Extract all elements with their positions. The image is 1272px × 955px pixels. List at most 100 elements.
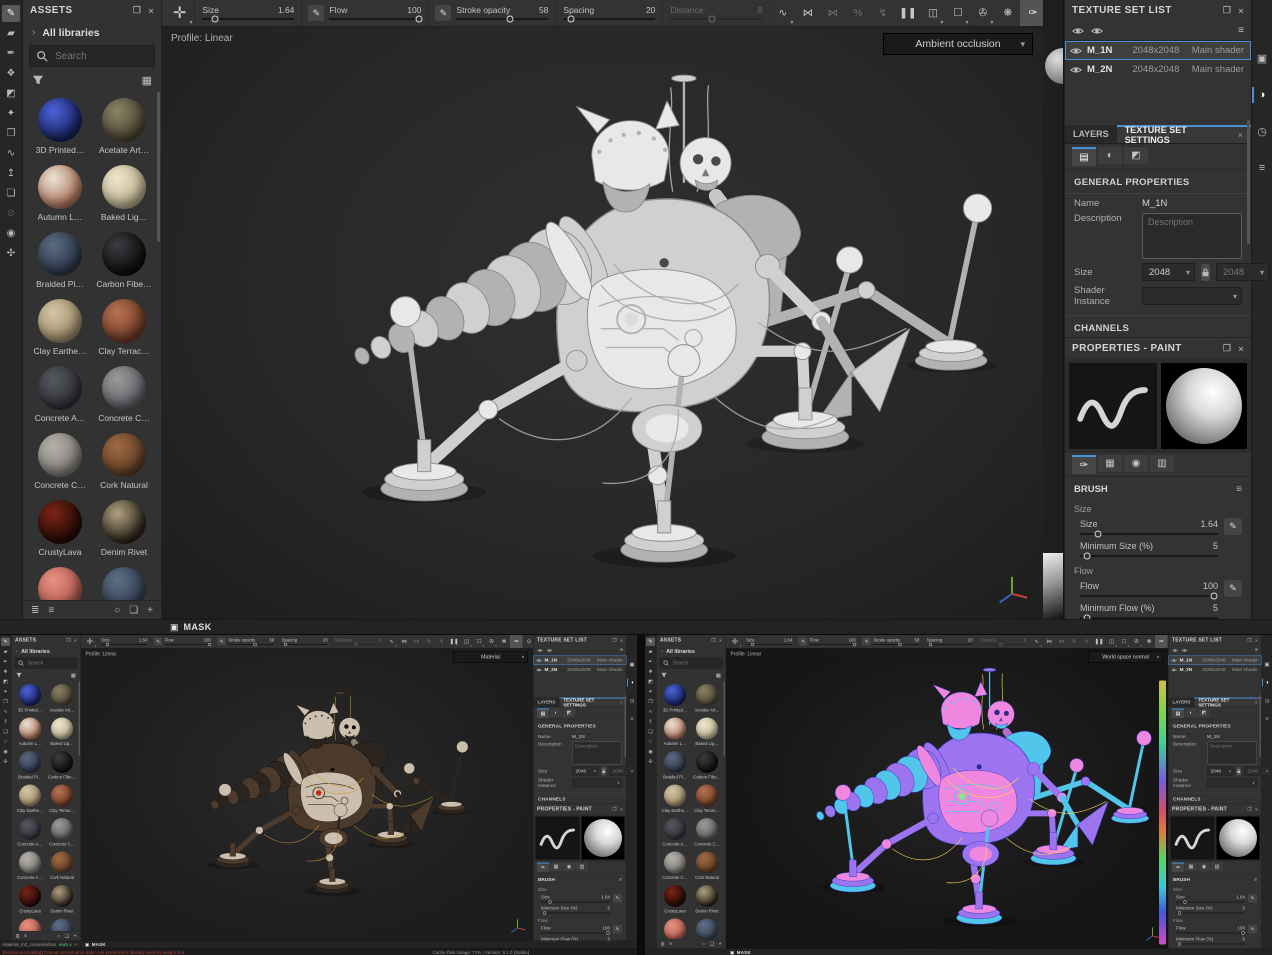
paint-scrollbar[interactable] <box>625 695 627 740</box>
tool-button[interactable]: ❖ <box>646 668 655 677</box>
slider-knob[interactable] <box>506 16 513 23</box>
toolbar-slider[interactable]: Size 1.64 <box>746 636 793 647</box>
toolbar-slider[interactable]: Size 1.64 <box>201 2 295 24</box>
slider-knob[interactable] <box>253 643 257 647</box>
asset-item[interactable]: Cork Natural <box>692 852 723 881</box>
asset-item[interactable]: Cork Natural <box>93 433 155 490</box>
slider-knob[interactable] <box>999 643 1003 647</box>
visibility-eye-icon[interactable] <box>536 667 542 673</box>
visibility-eye-icon[interactable] <box>1171 667 1177 673</box>
new-library-icon[interactable]: ❏ <box>710 941 714 947</box>
filter-funnel-icon[interactable] <box>32 74 44 86</box>
asset-item[interactable]: 3D Printed… <box>15 684 46 713</box>
robot-model[interactable] <box>728 650 1166 947</box>
pen-pressure-toggle[interactable]: ✎ <box>308 5 324 21</box>
settings-tab-icon[interactable]: ◐ <box>550 709 562 718</box>
tool-button[interactable]: ✎ <box>646 638 655 647</box>
size-height-select[interactable]: 2048▾ <box>609 767 636 776</box>
asset-item[interactable]: Cork Natural <box>47 852 78 881</box>
close-icon[interactable]: × <box>620 807 623 812</box>
tool-button[interactable]: ▰ <box>2 25 20 42</box>
asset-item[interactable]: Fabric Cott… <box>29 567 91 600</box>
toolbar-icon-button[interactable]: ∿▾ <box>1030 635 1043 648</box>
slider-knob[interactable] <box>1241 931 1245 935</box>
toolbar-slider[interactable]: Stroke opacity 58 <box>455 2 549 24</box>
tool-button[interactable]: ❐ <box>2 125 20 142</box>
toolbar-icon-button[interactable]: ❋▾ <box>1143 635 1156 648</box>
dock-icon[interactable]: ▣ <box>627 661 637 668</box>
lock-aspect-button[interactable] <box>602 767 607 776</box>
settings-tab-icon[interactable]: ◐ <box>1185 709 1197 718</box>
asset-item[interactable]: Acetate Art… <box>93 98 155 155</box>
slider-knob[interactable] <box>1178 911 1182 915</box>
settings-tab-icon[interactable]: ◐ <box>1098 147 1122 164</box>
paint-tab-icon[interactable]: ▦ <box>550 863 562 872</box>
sync-icon[interactable]: ○ <box>702 941 705 947</box>
dock-icon[interactable]: ≡ <box>1262 716 1272 722</box>
asset-item[interactable]: Clay Earthe… <box>660 785 691 814</box>
paint-tab-icon[interactable]: ✑ <box>537 863 549 873</box>
undock-icon[interactable]: ❐ <box>1247 638 1251 644</box>
list-view-icon[interactable]: ≣ <box>16 933 20 939</box>
brush-menu-icon[interactable]: ≡ <box>1236 484 1242 495</box>
asset-item[interactable]: Denim Rivet <box>692 885 723 914</box>
tool-button[interactable]: ↥ <box>646 718 655 727</box>
asset-item[interactable]: Carbon Fibe… <box>93 232 155 289</box>
slider-knob[interactable] <box>548 900 552 904</box>
asset-item[interactable]: Fabric Cott… <box>15 919 46 932</box>
tool-button[interactable]: ❖ <box>2 65 20 82</box>
slider-knob[interactable] <box>543 911 547 915</box>
library-selector[interactable]: › All libraries <box>12 646 81 658</box>
asset-item[interactable]: Autumn L… <box>15 718 46 747</box>
paint-tab-icon[interactable]: ▥ <box>1211 863 1223 872</box>
add-asset-icon[interactable]: + <box>147 605 153 616</box>
asset-item[interactable]: Autumn L… <box>29 165 91 222</box>
toolbar-icon-button[interactable]: ◫▾ <box>460 635 473 648</box>
viewport-3d[interactable]: Profile: Linear World space normal▾ <box>726 649 1168 949</box>
toolbar-slider[interactable]: Stroke opacity 58 <box>873 636 920 647</box>
brush-alignment-button[interactable]: ✛ ▾ <box>165 0 195 26</box>
new-library-icon[interactable]: ❏ <box>65 933 69 939</box>
close-icon[interactable]: × <box>74 942 77 947</box>
toolbar-icon-button[interactable]: ↯▾ <box>870 0 895 26</box>
size-width-select[interactable]: 2048▾ <box>1142 263 1195 281</box>
mask-checkbox[interactable]: ▣ <box>730 950 734 955</box>
tab-texture-set-settings[interactable]: TEXTURE SET SETTINGS × <box>559 698 626 707</box>
sort-icon[interactable]: ≡ <box>620 648 623 654</box>
paint-tab-icon[interactable]: ✑ <box>1172 863 1184 873</box>
tool-button[interactable]: ❏ <box>646 728 655 737</box>
toolbar-icon-button[interactable]: ☐▾ <box>1118 635 1131 648</box>
texture-set-row[interactable]: M_1N 2048x2048 Main shader <box>1169 656 1262 666</box>
tool-button[interactable]: ❏ <box>2 185 20 202</box>
asset-item[interactable]: 3D Printed… <box>29 98 91 155</box>
dock-icon[interactable]: ◑ <box>627 680 637 686</box>
detail-view-icon[interactable]: ≡ <box>24 933 27 939</box>
close-icon[interactable]: × <box>1255 638 1258 643</box>
undock-icon[interactable]: ❐ <box>711 638 715 644</box>
tool-button[interactable]: ✎ <box>1 638 10 647</box>
asset-item[interactable]: Concrete C… <box>692 818 723 847</box>
detail-view-icon[interactable]: ≡ <box>48 605 54 616</box>
robot-model[interactable] <box>135 675 479 914</box>
tool-button[interactable]: ✦ <box>2 105 20 122</box>
settings-tab-icon[interactable]: ▤ <box>1172 709 1184 719</box>
toolbar-icon-button[interactable]: ↯▾ <box>435 635 448 648</box>
filter-funnel-icon[interactable] <box>16 672 22 678</box>
toolbar-icon-button[interactable]: ✑▾ <box>1155 635 1168 648</box>
tool-button[interactable]: ◩ <box>2 85 20 102</box>
settings-tab-icon[interactable]: ◩ <box>563 709 575 718</box>
asset-item[interactable]: Acetate Art… <box>692 684 723 713</box>
toolbar-slider[interactable]: Spacing 20 <box>281 636 328 647</box>
toolbar-icon-button[interactable]: ✇▾ <box>485 635 498 648</box>
visibility-eye-icon[interactable] <box>1070 45 1082 57</box>
size-width-select[interactable]: 2048▾ <box>572 767 599 776</box>
asset-item[interactable]: Baked Lig… <box>692 718 723 747</box>
asset-item[interactable]: Baked Lig… <box>93 165 155 222</box>
asset-item[interactable]: 3D Printed… <box>660 684 691 713</box>
undock-icon[interactable]: ❐ <box>1223 343 1231 354</box>
visibility-eye-icon[interactable] <box>536 657 542 663</box>
pen-pressure-toggle[interactable]: ✎ <box>154 638 162 646</box>
sort-icon[interactable]: ≡ <box>1255 648 1258 654</box>
detail-view-icon[interactable]: ≡ <box>669 941 672 947</box>
close-icon[interactable]: × <box>1238 130 1243 140</box>
